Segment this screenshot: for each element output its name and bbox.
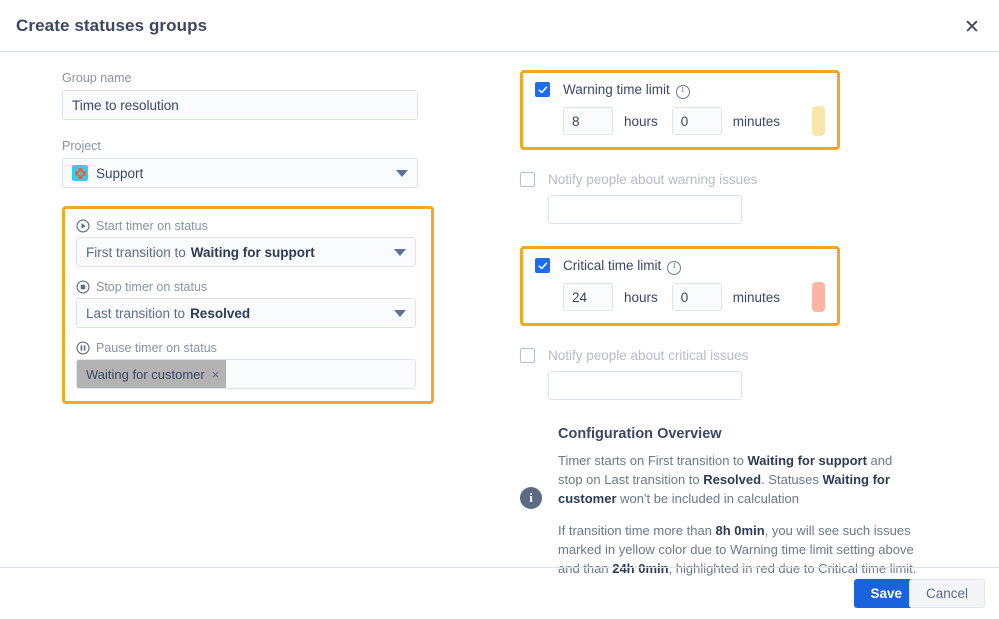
ov-p1-a: Timer starts on First transition to: [558, 453, 748, 468]
notify-warning-checkbox[interactable]: [520, 172, 535, 187]
start-timer-label-row: Start timer on status: [76, 219, 420, 233]
left-column: Group name Project Support: [62, 70, 434, 404]
warning-hours-unit: hours: [624, 114, 658, 129]
notify-warning-checkbox-row: Notify people about warning issues: [520, 172, 940, 187]
chevron-down-icon: [394, 249, 406, 256]
notify-critical-input[interactable]: [548, 371, 742, 400]
ov-p1-g: won't be included in calculation: [617, 491, 799, 506]
play-circle-icon: [76, 219, 90, 233]
stop-circle-icon: [76, 280, 90, 294]
warning-time-limit-checkbox[interactable]: [535, 82, 550, 97]
critical-time-limit-group: Critical time limit hours minutes: [520, 246, 840, 326]
configuration-overview-title: Configuration Overview: [558, 426, 920, 442]
status-chip-label: Waiting for customer: [86, 367, 205, 382]
chevron-down-icon: [396, 170, 408, 177]
ov-p2-b: 8h 0min: [716, 523, 765, 538]
pause-timer-select[interactable]: Waiting for customer ×: [76, 359, 416, 389]
right-column: Warning time limit hours minutes Notify …: [520, 70, 940, 591]
chevron-down-icon: [394, 310, 406, 317]
critical-time-row: hours minutes: [563, 282, 825, 312]
warning-minutes-unit: minutes: [733, 114, 780, 129]
group-name-field: Group name: [62, 70, 434, 120]
pause-timer-label-row: Pause timer on status: [76, 341, 420, 355]
dialog-header: Create statuses groups ✕: [0, 0, 999, 52]
pause-circle-icon: [76, 341, 90, 355]
stop-timer-prefix: Last transition to: [86, 306, 185, 321]
status-chip: Waiting for customer ×: [77, 360, 226, 388]
critical-minutes-unit: minutes: [733, 290, 780, 305]
critical-hours-input[interactable]: [563, 283, 613, 311]
cancel-button[interactable]: Cancel: [909, 579, 985, 608]
project-label: Project: [62, 138, 434, 154]
critical-color-swatch[interactable]: [812, 282, 825, 312]
close-icon[interactable]: ✕: [959, 14, 985, 40]
ov-p1-e: . Statuses: [761, 472, 822, 487]
critical-minutes-input[interactable]: [672, 283, 722, 311]
critical-checkbox-row: Critical time limit: [535, 258, 825, 273]
page-title: Create statuses groups: [16, 16, 207, 36]
critical-hours-unit: hours: [624, 290, 658, 305]
start-timer-label: Start timer on status: [96, 219, 208, 233]
warning-hours-input[interactable]: [563, 107, 613, 135]
notify-warning-label: Notify people about warning issues: [548, 172, 757, 187]
notify-critical-group: Notify people about critical issues: [520, 348, 940, 400]
start-timer-status: Waiting for support: [191, 245, 315, 260]
warning-time-row: hours minutes: [563, 106, 825, 136]
warning-checkbox-row: Warning time limit: [535, 82, 825, 97]
support-lifebuoy-icon: [72, 165, 88, 181]
info-circle-icon[interactable]: [667, 261, 681, 275]
group-name-input[interactable]: [62, 90, 418, 120]
warning-time-limit-label: Warning time limit: [563, 82, 670, 97]
notify-warning-group: Notify people about warning issues: [520, 172, 940, 224]
stop-timer-status: Resolved: [190, 306, 250, 321]
project-value: Support: [96, 166, 143, 181]
notify-critical-checkbox[interactable]: [520, 348, 535, 363]
start-timer-prefix: First transition to: [86, 245, 186, 260]
stop-timer-label-row: Stop timer on status: [76, 280, 420, 294]
warning-minutes-input[interactable]: [672, 107, 722, 135]
project-select[interactable]: Support: [62, 158, 418, 188]
notify-critical-label: Notify people about critical issues: [548, 348, 748, 363]
configuration-overview: i Configuration Overview Timer starts on…: [520, 426, 920, 578]
critical-time-limit-label: Critical time limit: [563, 258, 661, 273]
start-timer-select[interactable]: First transition to Waiting for support: [76, 237, 416, 267]
info-circle-icon[interactable]: [676, 85, 690, 99]
configuration-overview-paragraph-1: Timer starts on First transition to Wait…: [558, 451, 920, 508]
timer-settings-group: Start timer on status First transition t…: [62, 206, 434, 404]
warning-time-limit-group: Warning time limit hours minutes: [520, 70, 840, 150]
group-name-label: Group name: [62, 70, 434, 86]
ov-p2-a: If transition time more than: [558, 523, 716, 538]
warning-color-swatch[interactable]: [812, 106, 825, 136]
create-statuses-groups-dialog: Create statuses groups ✕ Group name Proj…: [0, 0, 999, 619]
notify-warning-input[interactable]: [548, 195, 742, 224]
pause-timer-label: Pause timer on status: [96, 341, 217, 355]
stop-timer-label: Stop timer on status: [96, 280, 207, 294]
dialog-footer: Save Cancel: [0, 567, 999, 619]
chip-remove-icon[interactable]: ×: [212, 368, 220, 381]
project-field: Project Support: [62, 138, 434, 188]
info-circle-filled-icon: i: [520, 487, 542, 509]
ov-p1-d: Resolved: [703, 472, 761, 487]
stop-timer-select[interactable]: Last transition to Resolved: [76, 298, 416, 328]
notify-critical-checkbox-row: Notify people about critical issues: [520, 348, 940, 363]
ov-p1-b: Waiting for support: [748, 453, 867, 468]
critical-time-limit-checkbox[interactable]: [535, 258, 550, 273]
